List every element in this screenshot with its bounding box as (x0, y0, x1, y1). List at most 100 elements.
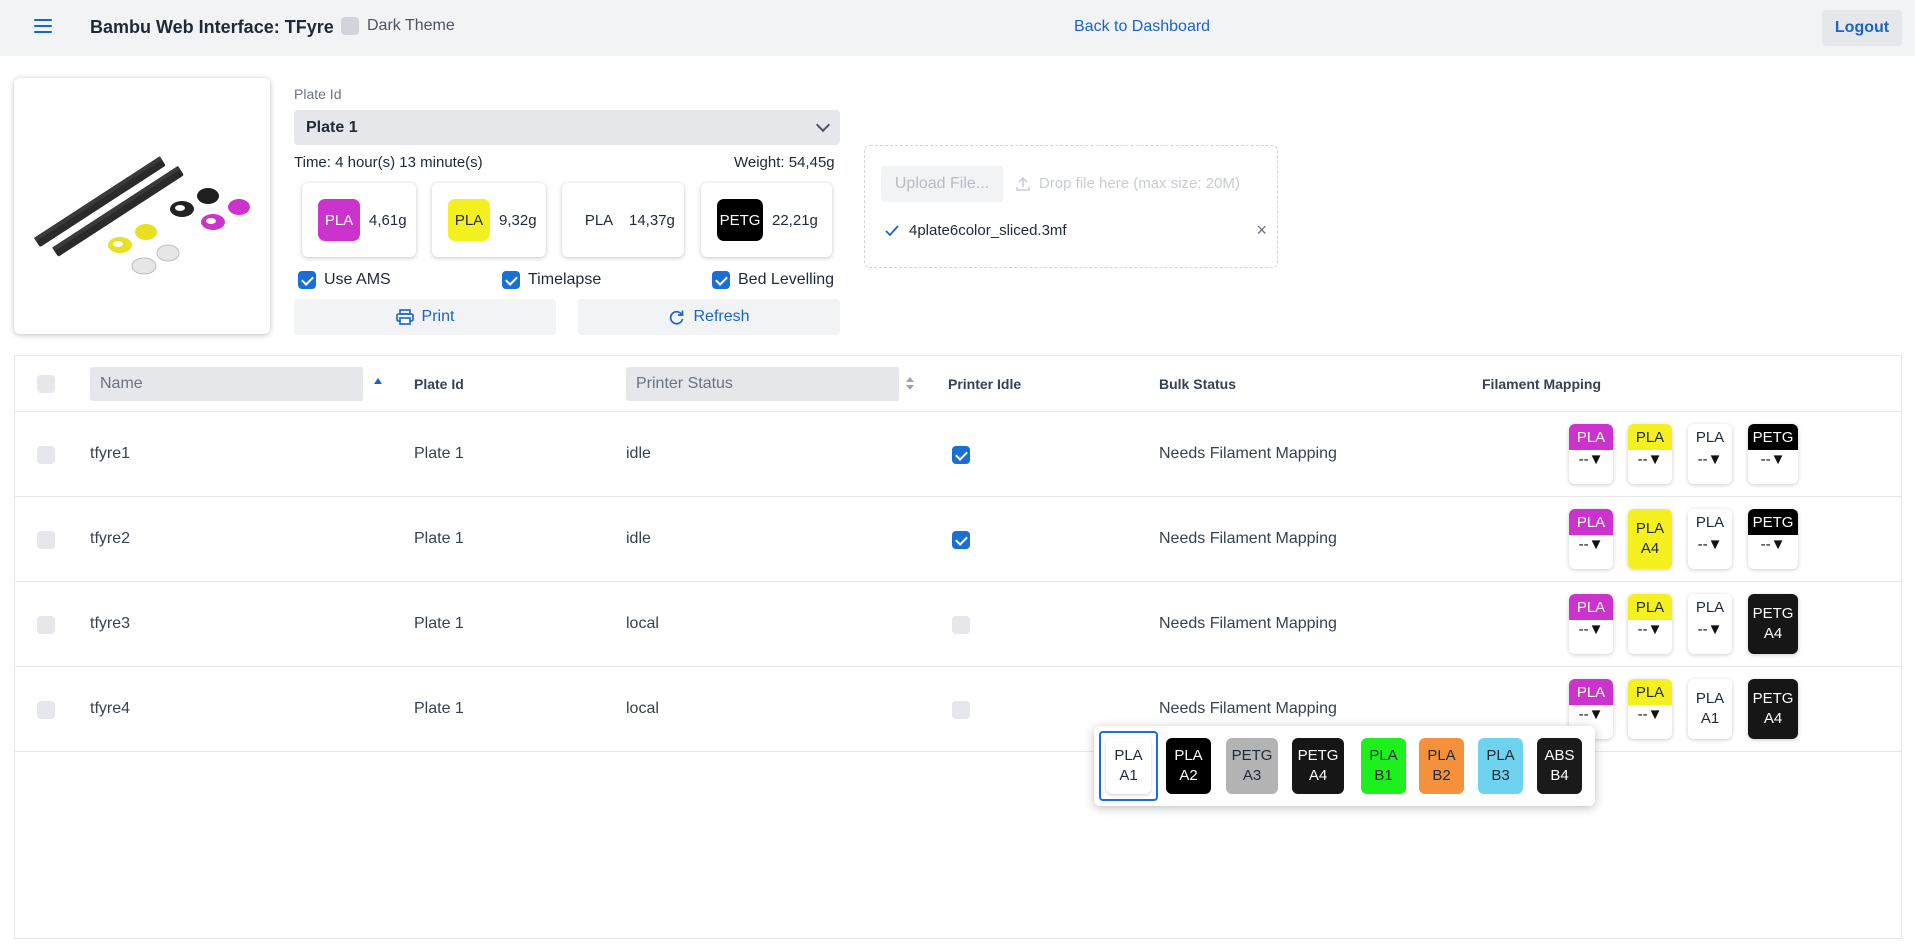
slot-option[interactable]: PLA B2 (1419, 738, 1464, 794)
printer-idle-checkbox[interactable] (952, 616, 970, 634)
filament-map-select[interactable]: PETG A4 (1748, 679, 1798, 739)
file-upload-dropzone[interactable]: Upload File... Drop file here (max size:… (864, 145, 1278, 268)
plate-select-value: Plate 1 (306, 118, 358, 136)
slot-option[interactable]: PLA A1 (1106, 738, 1151, 794)
filament-card: PLA 4,61g (302, 183, 416, 257)
filament-map-select[interactable]: PLA --▼ (1688, 509, 1732, 569)
plate-id-select[interactable]: Plate 1 (294, 110, 840, 145)
plate-id-header[interactable]: Plate Id (414, 376, 464, 392)
slot-option[interactable]: ABS B4 (1537, 738, 1582, 794)
use-ams-label: Use AMS (324, 271, 391, 288)
dark-theme-toggle[interactable]: Dark Theme (341, 17, 455, 35)
refresh-icon (670, 310, 684, 325)
table-row[interactable]: tfyre2 Plate 1 idle Needs Filament Mappi… (15, 497, 1901, 582)
row-select-checkbox[interactable] (37, 616, 55, 634)
printer-name: tfyre4 (90, 700, 131, 717)
bed-levelling-label: Bed Levelling (738, 271, 835, 288)
row-select-checkbox[interactable] (37, 531, 55, 549)
map-filament-type: PLA (1628, 679, 1672, 705)
filament-map-select[interactable]: PETG --▼ (1748, 509, 1798, 569)
bulk-status-header[interactable]: Bulk Status (1159, 376, 1236, 392)
remove-file-icon[interactable]: × (1256, 220, 1267, 241)
sort-icon[interactable] (906, 377, 914, 391)
use-ams-checkbox[interactable] (298, 271, 316, 289)
slot-id: B2 (1432, 767, 1451, 784)
name-filter-input[interactable]: Name (90, 367, 363, 401)
filament-map-select[interactable]: PETG A4 (1748, 594, 1798, 654)
bed-levelling-option[interactable]: Bed Levelling (712, 271, 834, 289)
table-row[interactable]: tfyre1 Plate 1 idle Needs Filament Mappi… (15, 412, 1901, 497)
row-select-checkbox[interactable] (37, 446, 55, 464)
map-slot-value: --▼ (1578, 451, 1604, 468)
logout-button[interactable]: Logout (1822, 10, 1902, 46)
printer-idle-checkbox[interactable] (952, 446, 970, 464)
filament-map-select[interactable]: PLA --▼ (1628, 679, 1672, 739)
map-slot-value: A4 (1640, 540, 1660, 557)
print-time: Time: 4 hour(s) 13 minute(s) (294, 154, 483, 171)
dark-theme-checkbox[interactable] (341, 17, 359, 35)
row-bulk-status: Needs Filament Mapping (1159, 530, 1337, 547)
printer-idle-checkbox[interactable] (952, 531, 970, 549)
uploaded-file-name: 4plate6color_sliced.3mf (909, 222, 1067, 239)
map-filament-type: PLA (1569, 594, 1613, 620)
printer-status-filter-input[interactable]: Printer Status (626, 367, 899, 401)
map-filament-type: PLA (1688, 594, 1732, 620)
slot-id: B1 (1374, 767, 1393, 784)
upload-icon (1016, 176, 1030, 191)
model-preview-image (33, 156, 250, 275)
back-to-dashboard-link[interactable]: Back to Dashboard (1074, 18, 1210, 36)
slot-type: PLA (1486, 747, 1515, 764)
row-select-checkbox[interactable] (37, 701, 55, 719)
slot-option[interactable]: PETG A4 (1292, 738, 1344, 794)
print-button[interactable]: Print (294, 299, 556, 335)
slot-option[interactable]: PLA B1 (1361, 738, 1406, 794)
sort-asc-icon[interactable] (374, 378, 382, 384)
map-filament-type: PLA (1569, 679, 1613, 705)
filament-map-select[interactable]: PLA --▼ (1628, 424, 1672, 484)
printer-name: tfyre3 (90, 615, 131, 632)
row-printer-status: idle (626, 530, 651, 547)
printer-idle-checkbox[interactable] (952, 701, 970, 719)
upload-file-button[interactable]: Upload File... (881, 166, 1003, 202)
filament-map-select[interactable]: PLA --▼ (1688, 424, 1732, 484)
use-ams-option[interactable]: Use AMS (298, 271, 391, 289)
filament-map-select[interactable]: PLA --▼ (1569, 509, 1613, 569)
filament-map-select[interactable]: PLA --▼ (1569, 424, 1613, 484)
refresh-button[interactable]: Refresh (578, 299, 840, 335)
map-slot-value: --▼ (1637, 451, 1663, 468)
dark-theme-label: Dark Theme (367, 17, 455, 34)
slot-option[interactable]: PLA A2 (1166, 738, 1211, 794)
select-all-checkbox[interactable] (37, 375, 55, 393)
row-plate-id: Plate 1 (414, 530, 464, 547)
top-bar: Bambu Web Interface: TFyre Dark Theme Ba… (0, 0, 1915, 56)
table-row[interactable]: tfyre3 Plate 1 local Needs Filament Mapp… (15, 582, 1901, 667)
filament-chip: PETG (717, 199, 763, 241)
filament-map-select[interactable]: PLA --▼ (1569, 594, 1613, 654)
ams-slot-picker: PLA A1 PLA A2 PETG A3 PETG A4 PLA B1 PLA… (1094, 726, 1595, 806)
map-filament-type: PLA (1628, 594, 1672, 620)
timelapse-option[interactable]: Timelapse (502, 271, 601, 289)
table-row[interactable]: tfyre4 Plate 1 local Needs Filament Mapp… (15, 667, 1901, 752)
plate-id-label: Plate Id (294, 86, 342, 102)
hamburger-menu-icon[interactable] (34, 19, 52, 35)
map-filament-type: PLA (1695, 690, 1725, 707)
timelapse-checkbox[interactable] (502, 271, 520, 289)
filament-map-select[interactable]: PETG --▼ (1748, 424, 1798, 484)
slot-option[interactable]: PETG A3 (1226, 738, 1278, 794)
map-slot-value: --▼ (1760, 536, 1786, 553)
filament-map-select[interactable]: PLA --▼ (1628, 594, 1672, 654)
print-button-label: Print (421, 308, 455, 325)
map-filament-type: PETG (1752, 690, 1794, 707)
filament-map-select[interactable]: PLA A1 (1688, 679, 1732, 739)
row-bulk-status: Needs Filament Mapping (1159, 445, 1337, 462)
map-filament-type: PETG (1752, 605, 1794, 622)
map-slot-value: --▼ (1578, 621, 1604, 638)
bed-levelling-checkbox[interactable] (712, 271, 730, 289)
filament-weight: 14,37g (629, 211, 675, 229)
filament-map-select[interactable]: PLA --▼ (1688, 594, 1732, 654)
filament-map-select[interactable]: PLA A4 (1628, 509, 1672, 569)
slot-type: PETG (1231, 747, 1273, 764)
filament-chip: PLA (578, 199, 620, 241)
printer-idle-header[interactable]: Printer Idle (948, 376, 1021, 392)
slot-option[interactable]: PLA B3 (1478, 738, 1523, 794)
